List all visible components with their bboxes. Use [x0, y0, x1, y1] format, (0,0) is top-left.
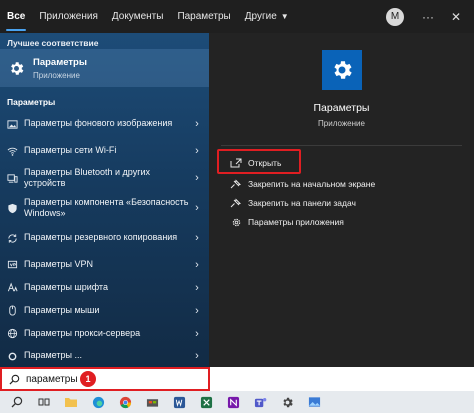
best-match-title: Параметры: [33, 56, 87, 68]
result-backup-settings[interactable]: Параметры резервного копирования ›: [0, 223, 209, 253]
result-mouse-settings[interactable]: Параметры мыши ›: [0, 299, 209, 322]
chevron-right-icon: ›: [195, 258, 199, 271]
word-icon[interactable]: [170, 393, 188, 411]
caret-down-icon: ▼: [280, 12, 289, 21]
search-results-pane: Лучшее соответствие Параметры Приложение…: [0, 33, 209, 367]
vpn-icon: [7, 259, 18, 270]
avatar[interactable]: M: [386, 7, 404, 26]
result-bluetooth-settings[interactable]: Параметры Bluetooth и других устройств ›: [0, 163, 209, 193]
app-settings-action[interactable]: Параметры приложения: [230, 217, 344, 227]
taskbar: [0, 391, 474, 413]
globe-icon: [7, 328, 18, 339]
result-vpn-settings[interactable]: Параметры VPN ›: [0, 253, 209, 276]
chevron-right-icon: ›: [195, 202, 199, 214]
image-icon: [7, 119, 18, 130]
task-view-icon[interactable]: [35, 393, 53, 411]
gear-icon: [230, 217, 242, 227]
sync-icon: [7, 233, 18, 244]
search-box[interactable]: [0, 367, 210, 391]
teams-icon[interactable]: [251, 393, 269, 411]
pin-icon: [230, 198, 242, 208]
edge-icon[interactable]: [89, 393, 107, 411]
divider: [221, 145, 462, 146]
best-match-subtitle: Приложение: [33, 70, 80, 80]
settings-section-heading: Параметры: [7, 97, 56, 107]
search-icon: [8, 373, 20, 385]
shield-icon: [7, 203, 18, 214]
result-windows-security-settings[interactable]: Параметры компонента «Безопасность Windo…: [0, 193, 209, 223]
search-icon[interactable]: [8, 393, 26, 411]
file-explorer-icon[interactable]: [62, 393, 80, 411]
result-font-settings[interactable]: Параметры шрифта ›: [0, 276, 209, 299]
gear-icon: [7, 59, 25, 77]
settings-gear-icon[interactable]: [278, 393, 296, 411]
chevron-right-icon: ›: [195, 232, 199, 244]
tab-documents[interactable]: Документы: [105, 0, 171, 33]
chevron-right-icon: ›: [195, 327, 199, 340]
pin-icon: [230, 179, 242, 189]
step-badge: 1: [80, 371, 96, 387]
tab-more[interactable]: Другие ▼: [238, 0, 296, 33]
open-action[interactable]: Открыть: [230, 158, 281, 168]
best-match-heading: Лучшее соответствие: [7, 38, 99, 48]
more-options-icon[interactable]: ···: [418, 7, 438, 27]
search-bar: 1: [0, 367, 474, 391]
onenote-icon[interactable]: [224, 393, 242, 411]
chevron-right-icon: ›: [195, 118, 199, 130]
devices-icon: [7, 173, 18, 184]
preview-subtitle: Приложение: [318, 119, 365, 128]
tab-all[interactable]: Все: [0, 0, 32, 33]
preview-title: Параметры: [313, 102, 370, 114]
store-icon[interactable]: [143, 393, 161, 411]
open-icon: [230, 158, 242, 168]
chevron-right-icon: ›: [195, 172, 199, 184]
chevron-right-icon: ›: [195, 145, 199, 157]
mouse-icon: [7, 305, 18, 316]
search-input[interactable]: [26, 373, 86, 385]
close-icon[interactable]: ✕: [446, 7, 466, 27]
result-proxy-settings[interactable]: Параметры прокси-сервера ›: [0, 322, 209, 345]
wifi-icon: [7, 146, 18, 157]
settings-app-icon: [322, 50, 362, 90]
result-wifi-settings[interactable]: Параметры сети Wi-Fi ›: [0, 139, 209, 163]
result-more-settings[interactable]: Параметры ... ›: [0, 345, 209, 367]
pin-to-taskbar-action[interactable]: Закрепить на панели задач: [230, 198, 356, 208]
chevron-right-icon: ›: [195, 304, 199, 317]
chrome-icon[interactable]: [116, 393, 134, 411]
search-scope-tabs: Все Приложения Документы Параметры Други…: [0, 0, 474, 33]
result-wallpaper-settings[interactable]: Параметры фонового изображения ›: [0, 109, 209, 139]
wallpaper-app-icon[interactable]: [305, 393, 323, 411]
tab-apps[interactable]: Приложения: [32, 0, 105, 33]
gear-icon: [7, 351, 18, 362]
chevron-right-icon: ›: [195, 350, 199, 362]
font-icon: [7, 282, 18, 293]
preview-pane: Параметры Приложение Открыть Закрепить н…: [209, 33, 474, 367]
best-match-result[interactable]: Параметры Приложение: [0, 49, 209, 87]
pin-to-start-action[interactable]: Закрепить на начальном экране: [230, 179, 375, 189]
chevron-right-icon: ›: [195, 281, 199, 294]
excel-icon[interactable]: [197, 393, 215, 411]
tab-settings[interactable]: Параметры: [170, 0, 237, 33]
